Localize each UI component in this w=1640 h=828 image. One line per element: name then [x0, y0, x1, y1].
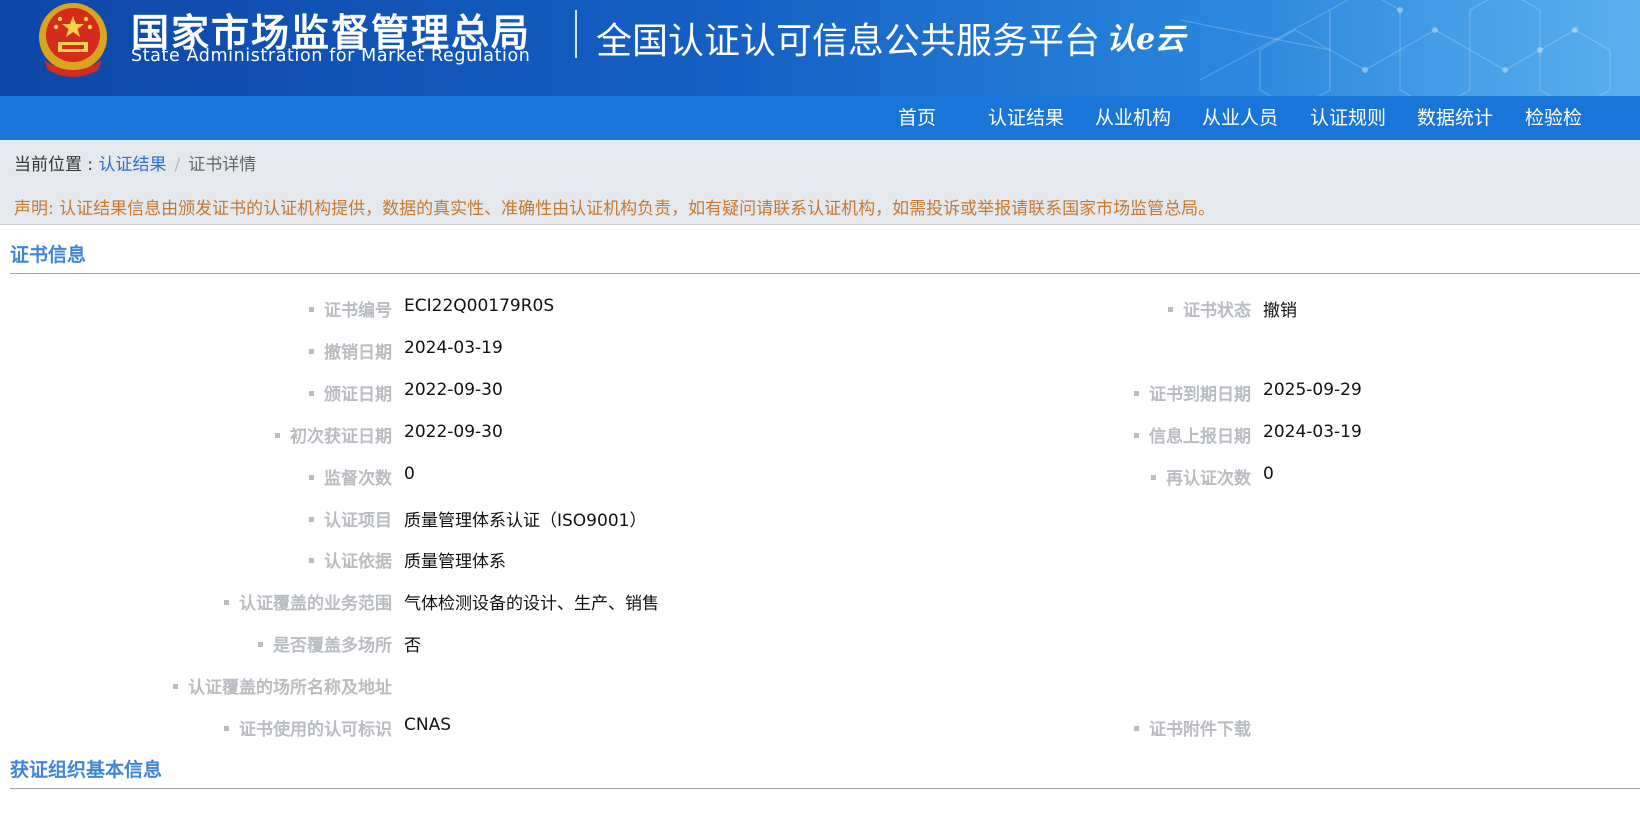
nav-item-cert-results[interactable]: 认证结果	[988, 96, 1064, 140]
label-recert-count: 再认证次数	[1151, 464, 1251, 489]
breadcrumb-link-cert-results[interactable]: 认证结果	[99, 155, 167, 175]
label-scope: 认证覆盖的业务范围	[224, 589, 392, 614]
label-site-address: 认证覆盖的场所名称及地址	[173, 673, 392, 698]
value-audit-count: 0	[404, 464, 415, 484]
label-issue-date: 颁证日期	[309, 380, 392, 405]
breadcrumb: 当前位置 : 认证结果 / 证书详情	[14, 150, 256, 175]
section-title-certificate: 证书信息	[10, 244, 87, 266]
label-status: 证书状态	[1168, 296, 1251, 321]
breadcrumb-current: 证书详情	[188, 155, 257, 175]
label-basis: 认证依据	[309, 547, 392, 572]
value-project: 质量管理体系认证（ISO9001）	[404, 511, 647, 531]
breadcrumb-area: 当前位置 : 认证结果 / 证书详情 声明: 认证结果信息由颁发证书的认证机构提供，…	[0, 140, 1640, 225]
value-issue-date: 2022-09-30	[404, 380, 503, 400]
nav-item-inspection[interactable]: 检验检	[1525, 96, 1582, 140]
value-status: 撤销	[1263, 301, 1297, 321]
label-accred-mark: 证书使用的认可标识	[224, 715, 392, 740]
nav-item-personnel[interactable]: 从业人员	[1202, 96, 1278, 140]
platform-logo: 认e云	[1106, 22, 1186, 57]
label-audit-count: 监督次数	[309, 464, 392, 489]
label-project: 认证项目	[309, 506, 392, 531]
label-multi-site: 是否覆盖多场所	[258, 631, 392, 656]
national-emblem-icon	[39, 3, 107, 77]
section-divider	[10, 788, 1640, 789]
disclaimer-notice: 声明: 认证结果信息由颁发证书的认证机构提供，数据的真实性、准确性由认证机构负责…	[14, 199, 1216, 219]
label-revoke-date: 撤销日期	[309, 338, 392, 363]
breadcrumb-separator: /	[174, 155, 181, 175]
label-report-date: 信息上报日期	[1134, 422, 1251, 447]
value-accred-mark: CNAS	[404, 715, 452, 735]
section-divider	[10, 273, 1640, 274]
value-cert-no: ECI22Q00179R0S	[404, 296, 555, 316]
label-expiry: 证书到期日期	[1134, 380, 1251, 405]
nav-item-statistics[interactable]: 数据统计	[1417, 96, 1493, 140]
label-first-date: 初次获证日期	[275, 422, 392, 447]
value-scope: 气体检测设备的设计、生产、销售	[404, 594, 659, 614]
nav-item-home[interactable]: 首页	[898, 96, 936, 140]
platform-title: 全国认证认可信息公共服务平台	[596, 21, 1101, 62]
value-basis: 质量管理体系	[404, 552, 506, 572]
attachment-download-link[interactable]: 证书附件下载	[1134, 715, 1251, 740]
site-header: 国家市场监督管理总局 State Administration for Mark…	[0, 0, 1640, 96]
section-title-organization: 获证组织基本信息	[10, 759, 163, 781]
header-divider	[575, 10, 577, 58]
nav-item-institutions[interactable]: 从业机构	[1095, 96, 1171, 140]
agency-name-en: State Administration for Market Regulati…	[131, 46, 531, 66]
main-content: 证书信息 证书编号 ECI22Q00179R0S 撤销日期 2024-03-19…	[0, 225, 1640, 828]
label-cert-no: 证书编号	[309, 296, 392, 321]
value-expiry: 2025-09-29	[1263, 380, 1362, 400]
value-revoke-date: 2024-03-19	[404, 338, 503, 358]
main-nav: 首页 认证结果 从业机构 从业人员 认证规则 数据统计 检验检	[0, 96, 1640, 140]
value-multi-site: 否	[404, 636, 421, 656]
value-recert-count: 0	[1263, 464, 1274, 484]
nav-item-rules[interactable]: 认证规则	[1310, 96, 1386, 140]
value-first-date: 2022-09-30	[404, 422, 503, 442]
value-report-date: 2024-03-19	[1263, 422, 1362, 442]
breadcrumb-prefix: 当前位置 :	[14, 155, 99, 175]
